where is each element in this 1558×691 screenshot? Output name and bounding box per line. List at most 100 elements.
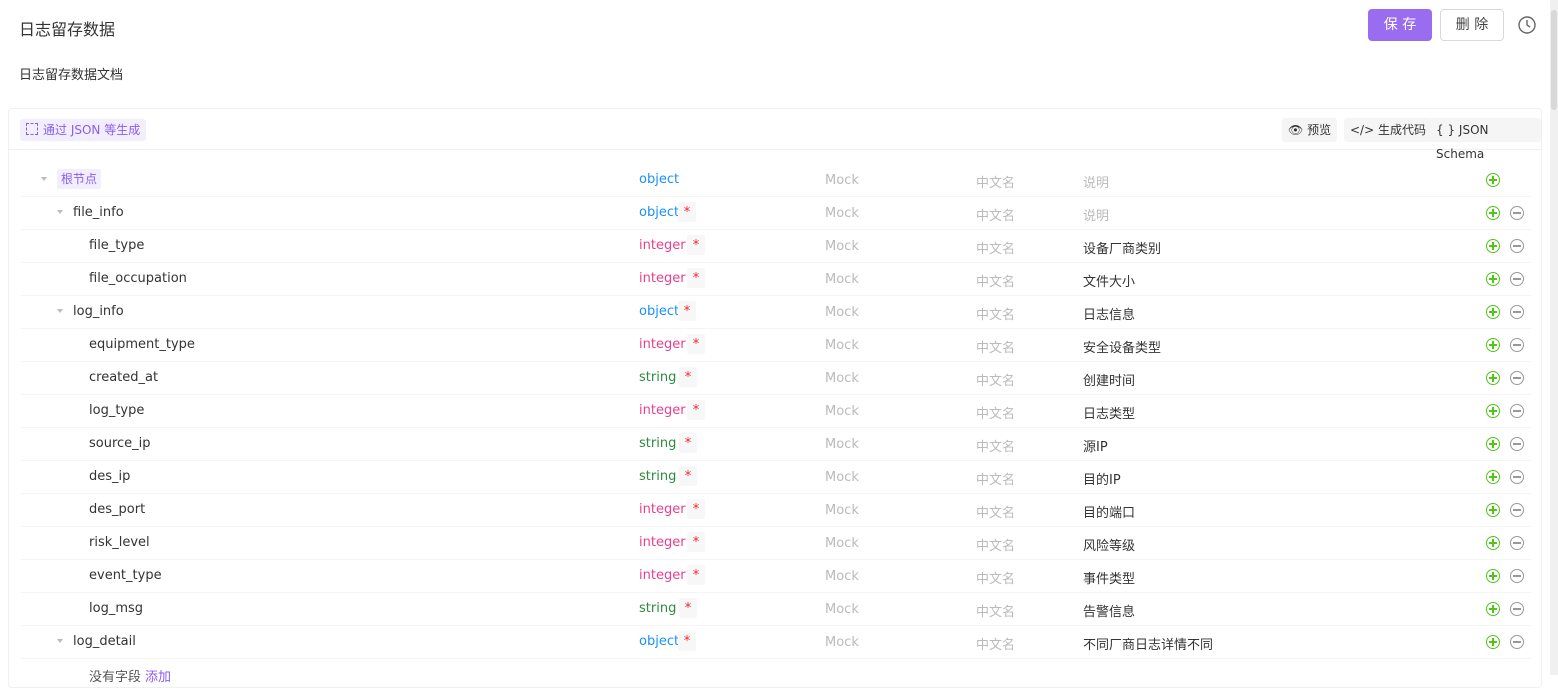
type-select[interactable]: integer [639, 271, 686, 286]
delete-button[interactable]: 删 除 [1440, 9, 1504, 41]
description-field[interactable]: 源IP [1083, 436, 1108, 455]
description-field[interactable]: 说明 [1083, 205, 1109, 224]
add-icon[interactable] [1486, 470, 1500, 484]
add-icon[interactable] [1486, 173, 1500, 187]
add-icon[interactable] [1486, 569, 1500, 583]
add-field-link[interactable]: 添加 [145, 670, 171, 685]
type-select[interactable]: object [639, 634, 679, 649]
required-toggle[interactable]: * [679, 367, 697, 387]
field-name[interactable]: des_ip [89, 469, 130, 484]
generate-from-json-button[interactable]: 通过 JSON 等生成 [20, 119, 147, 141]
remove-icon[interactable] [1510, 602, 1524, 616]
description-field[interactable]: 安全设备类型 [1083, 337, 1161, 356]
chinese-name-field[interactable]: 中文名 [976, 304, 1015, 323]
json-schema-button[interactable]: { } JSON Schema [1430, 118, 1541, 161]
add-icon[interactable] [1486, 206, 1500, 220]
chinese-name-field[interactable]: 中文名 [976, 205, 1015, 224]
remove-icon[interactable] [1510, 635, 1524, 649]
remove-icon[interactable] [1510, 272, 1524, 286]
mock-field[interactable]: Mock [825, 602, 859, 617]
chinese-name-field[interactable]: 中文名 [976, 634, 1015, 653]
mock-field[interactable]: Mock [825, 272, 859, 287]
add-icon[interactable] [1486, 371, 1500, 385]
add-icon[interactable] [1486, 635, 1500, 649]
caret-down-icon[interactable] [57, 309, 63, 313]
required-toggle[interactable]: * [687, 334, 705, 354]
mock-field[interactable]: Mock [825, 569, 859, 584]
field-name[interactable]: log_info [73, 304, 124, 319]
description-field[interactable]: 设备厂商类别 [1083, 238, 1161, 257]
field-name[interactable]: des_port [89, 502, 145, 517]
description-field[interactable]: 目的IP [1083, 469, 1121, 488]
mock-field[interactable]: Mock [825, 437, 859, 452]
type-select[interactable]: integer [639, 238, 686, 253]
chinese-name-field[interactable]: 中文名 [976, 436, 1015, 455]
required-toggle[interactable]: * [687, 235, 705, 255]
required-toggle[interactable]: * [679, 433, 697, 453]
description-field[interactable]: 日志信息 [1083, 304, 1135, 323]
remove-icon[interactable] [1510, 206, 1524, 220]
type-select[interactable]: string [639, 601, 676, 616]
chinese-name-field[interactable]: 中文名 [976, 502, 1015, 521]
type-select[interactable]: object [639, 304, 679, 319]
type-select[interactable]: integer [639, 535, 686, 550]
type-select[interactable]: integer [639, 502, 686, 517]
add-icon[interactable] [1486, 272, 1500, 286]
mock-field[interactable]: Mock [825, 404, 859, 419]
chinese-name-field[interactable]: 中文名 [976, 469, 1015, 488]
required-toggle[interactable]: * [678, 631, 696, 651]
mock-field[interactable]: Mock [825, 371, 859, 386]
add-icon[interactable] [1486, 536, 1500, 550]
required-toggle[interactable]: * [687, 499, 705, 519]
description-field[interactable]: 目的端口 [1083, 502, 1135, 521]
remove-icon[interactable] [1510, 305, 1524, 319]
mock-field[interactable]: Mock [825, 239, 859, 254]
type-select[interactable]: integer [639, 337, 686, 352]
remove-icon[interactable] [1510, 536, 1524, 550]
add-icon[interactable] [1486, 305, 1500, 319]
chinese-name-field[interactable]: 中文名 [976, 172, 1015, 191]
type-select[interactable]: string [639, 370, 676, 385]
chinese-name-field[interactable]: 中文名 [976, 535, 1015, 554]
description-field[interactable]: 日志类型 [1083, 403, 1135, 422]
required-toggle[interactable]: * [687, 565, 705, 585]
chinese-name-field[interactable]: 中文名 [976, 271, 1015, 290]
description-field[interactable]: 风险等级 [1083, 535, 1135, 554]
chinese-name-field[interactable]: 中文名 [976, 370, 1015, 389]
description-field[interactable]: 事件类型 [1083, 568, 1135, 587]
chinese-name-field[interactable]: 中文名 [976, 601, 1015, 620]
field-name[interactable]: log_msg [89, 601, 143, 616]
description-field[interactable]: 说明 [1083, 172, 1109, 191]
caret-down-icon[interactable] [41, 177, 47, 181]
type-select[interactable]: integer [639, 403, 686, 418]
scrollbar-thumb[interactable] [1551, 10, 1557, 110]
remove-icon[interactable] [1510, 470, 1524, 484]
preview-button[interactable]: 👁 预览 [1282, 118, 1338, 142]
add-icon[interactable] [1486, 503, 1500, 517]
chinese-name-field[interactable]: 中文名 [976, 568, 1015, 587]
type-select[interactable]: string [639, 469, 676, 484]
type-select[interactable]: object [639, 172, 679, 187]
chinese-name-field[interactable]: 中文名 [976, 403, 1015, 422]
description-field[interactable]: 告警信息 [1083, 601, 1135, 620]
required-toggle[interactable]: * [687, 400, 705, 420]
remove-icon[interactable] [1510, 569, 1524, 583]
description-field[interactable]: 不同厂商日志详情不同 [1083, 634, 1213, 653]
description-field[interactable]: 创建时间 [1083, 370, 1135, 389]
remove-icon[interactable] [1510, 371, 1524, 385]
type-select[interactable]: object [639, 205, 679, 220]
save-button[interactable]: 保 存 [1368, 9, 1432, 41]
chinese-name-field[interactable]: 中文名 [976, 238, 1015, 257]
mock-field[interactable]: Mock [825, 305, 859, 320]
field-name[interactable]: file_type [89, 238, 144, 253]
mock-field[interactable]: Mock [825, 338, 859, 353]
mock-field[interactable]: Mock [825, 503, 859, 518]
add-icon[interactable] [1486, 602, 1500, 616]
field-name[interactable]: source_ip [89, 436, 151, 451]
required-toggle[interactable]: * [679, 466, 697, 486]
caret-down-icon[interactable] [57, 210, 63, 214]
add-icon[interactable] [1486, 239, 1500, 253]
field-name[interactable]: log_type [89, 403, 144, 418]
required-toggle[interactable]: * [678, 202, 696, 222]
required-toggle[interactable]: * [678, 301, 696, 321]
